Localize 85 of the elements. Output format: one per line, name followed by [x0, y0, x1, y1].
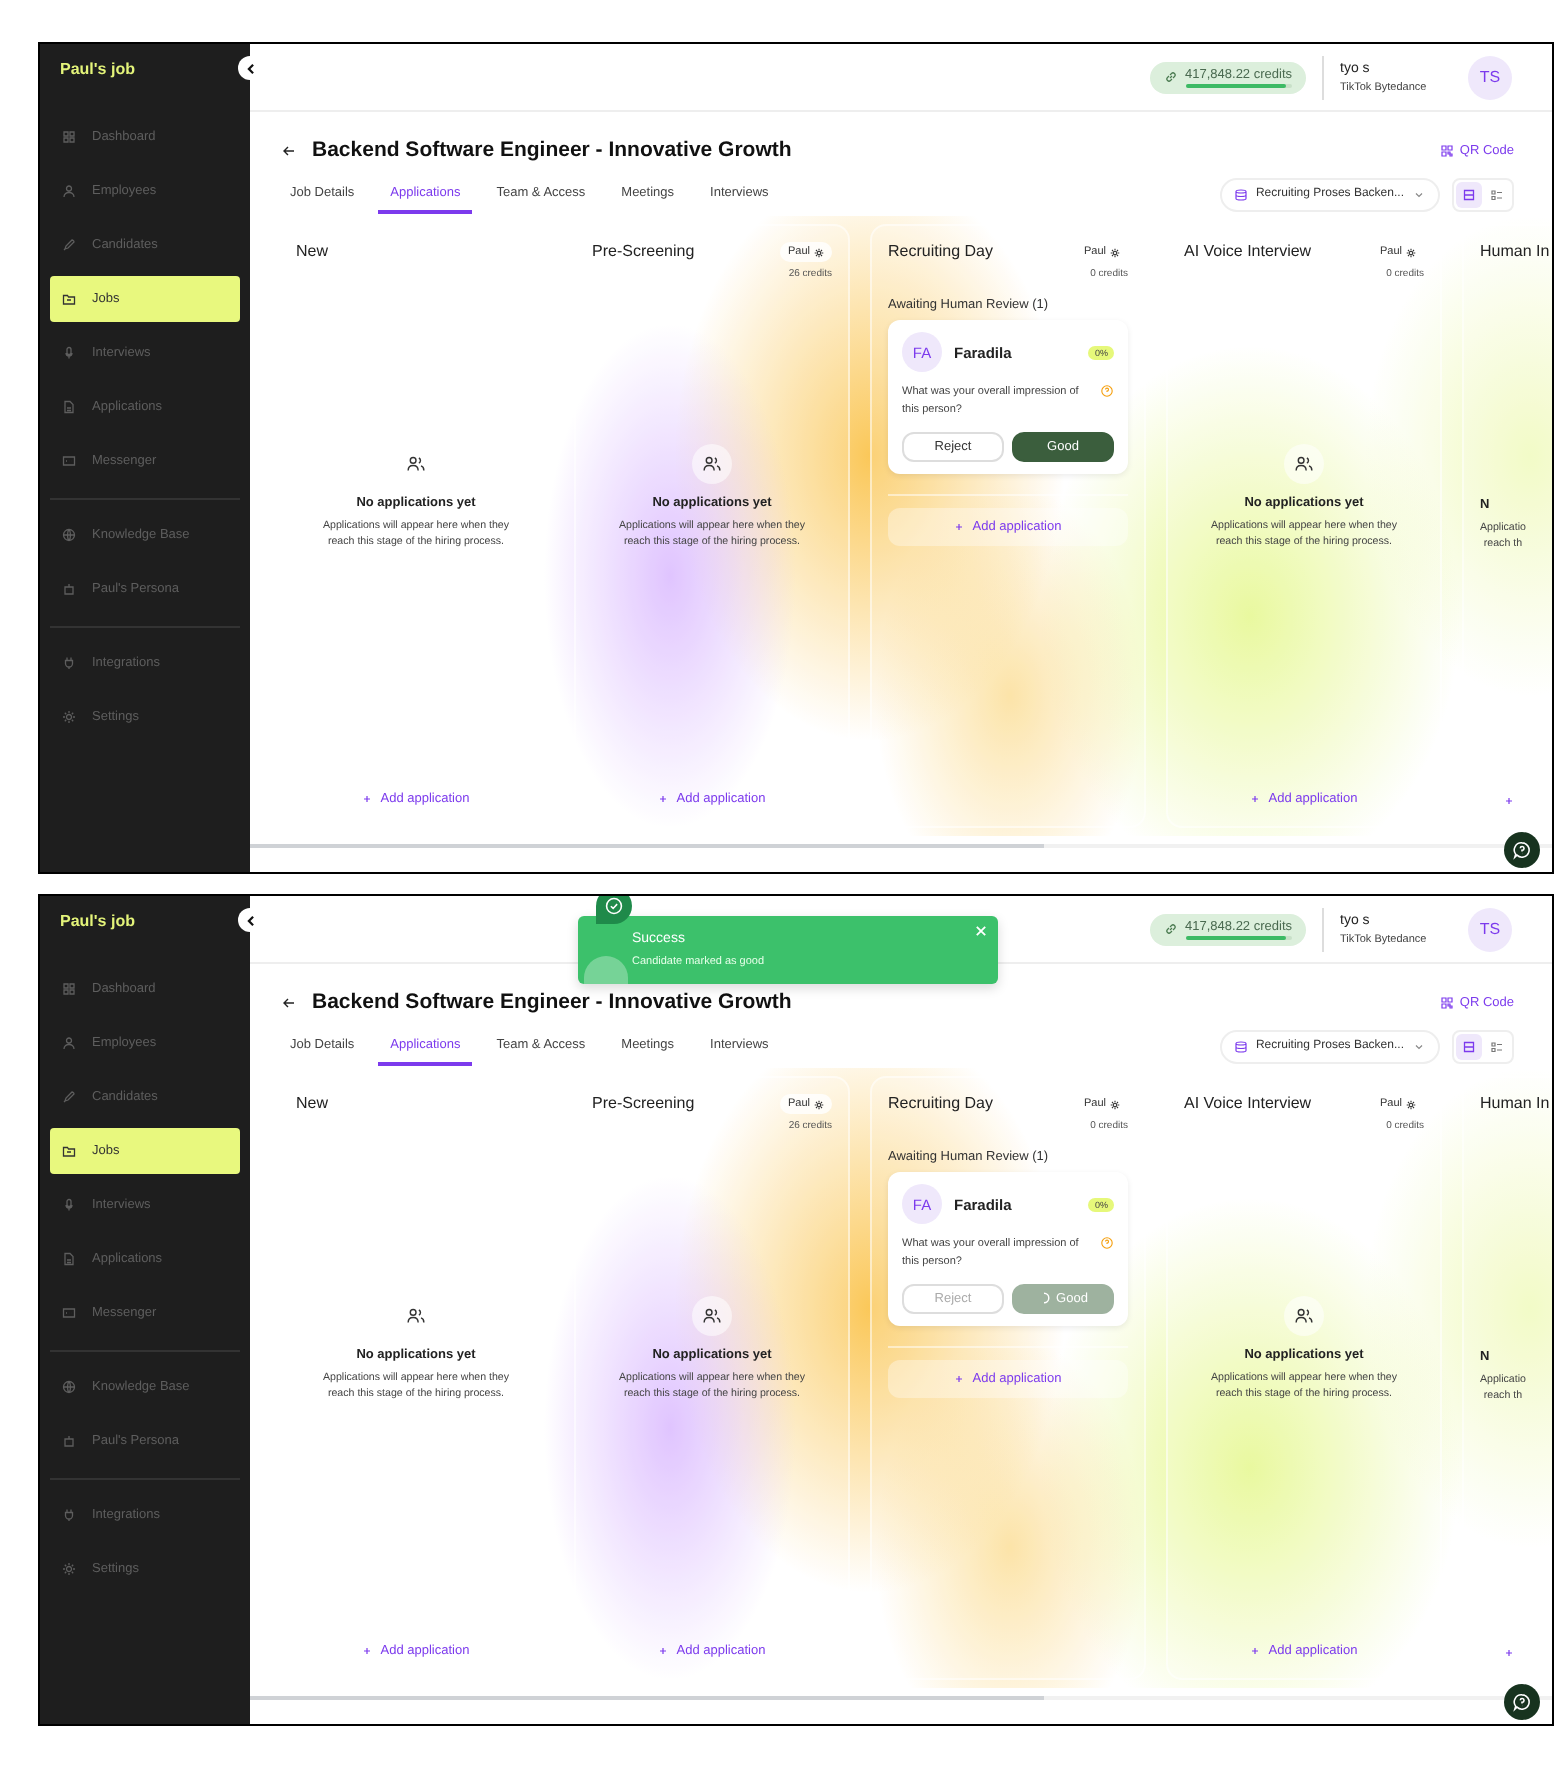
link-icon [1163, 922, 1178, 936]
link-icon [1163, 70, 1178, 84]
plus-icon [954, 521, 965, 532]
plus-icon [362, 1646, 373, 1656]
plug-icon [62, 1508, 76, 1522]
column-title: New [296, 242, 329, 260]
bubble-decoration [584, 956, 628, 984]
board-view-button[interactable] [1456, 181, 1482, 207]
folder-icon [62, 1144, 76, 1158]
plus-icon [658, 1646, 669, 1656]
chat-icon [62, 1306, 76, 1320]
plus-icon [1504, 796, 1514, 806]
scrollbar[interactable] [250, 844, 1552, 848]
grid-icon [62, 130, 76, 144]
brand-logo: Paul's job [58, 912, 137, 934]
plus-icon [1504, 1648, 1514, 1658]
globe-icon [62, 528, 76, 542]
board-view-button[interactable] [1456, 1033, 1482, 1059]
chat-help-icon [1512, 840, 1532, 860]
plus-icon [1250, 1646, 1261, 1656]
column-title: Recruiting Day [888, 1094, 993, 1112]
job-title: Backend Software Engineer - Innovative Growth [312, 138, 792, 162]
chevron-down-icon [1412, 1039, 1426, 1053]
chat-icon [62, 454, 76, 468]
people-icon [1284, 443, 1324, 484]
spinner-icon [1038, 1292, 1051, 1305]
board-icon [1462, 1039, 1476, 1053]
microphone-icon [62, 346, 76, 360]
qr-code-icon [1439, 143, 1454, 157]
robot-icon [62, 1434, 76, 1448]
person-icon [62, 1036, 76, 1050]
help-icon [1100, 384, 1114, 398]
brand-logo: Paul's job [58, 60, 137, 82]
robot-icon [62, 582, 76, 596]
gear-icon [1406, 247, 1416, 257]
help-icon [1100, 1236, 1114, 1250]
globe-icon [62, 1380, 76, 1394]
chevron-left-icon [243, 61, 257, 75]
column-title: Pre-Screening [592, 242, 695, 260]
person-icon [62, 184, 76, 198]
plug-icon [62, 656, 76, 670]
document-icon [62, 1252, 76, 1266]
help-chat-button[interactable] [1504, 832, 1540, 868]
chat-help-icon [1512, 1692, 1532, 1712]
scrollbar[interactable] [250, 1696, 1552, 1700]
gear-icon [1406, 1099, 1416, 1109]
microphone-icon [62, 1198, 76, 1212]
folder-icon [62, 292, 76, 306]
column-title: Human In [1480, 1094, 1550, 1112]
column-title: New [296, 1094, 329, 1112]
board-icon [1462, 187, 1476, 201]
document-icon [62, 400, 76, 414]
list-icon [1490, 187, 1504, 201]
column-title: AI Voice Interview [1184, 242, 1312, 260]
chevron-down-icon [1412, 187, 1426, 201]
chevron-left-icon [243, 913, 257, 927]
database-icon [1233, 1039, 1248, 1053]
people-icon [692, 1295, 732, 1336]
plus-icon [658, 794, 669, 804]
gear-icon [1110, 247, 1120, 257]
gear-icon [1110, 1099, 1120, 1109]
settings-icon [62, 1562, 76, 1576]
plus-icon [362, 794, 373, 804]
plus-icon [1250, 794, 1261, 804]
qr-code-icon [1439, 995, 1454, 1009]
close-icon [974, 924, 988, 938]
database-icon [1233, 187, 1248, 201]
plus-icon [954, 1373, 965, 1384]
grid-icon [62, 982, 76, 996]
job-title: Backend Software Engineer - Innovative Growth [312, 990, 792, 1014]
help-chat-button[interactable] [1504, 1684, 1540, 1720]
settings-icon [62, 710, 76, 724]
column-title: AI Voice Interview [1184, 1094, 1312, 1112]
user-avatar[interactable]: TS [1468, 907, 1512, 951]
back-arrow-icon[interactable] [282, 143, 296, 157]
column-title: Pre-Screening [592, 1094, 695, 1112]
column-title: Recruiting Day [888, 242, 993, 260]
column-title: Human In [1480, 242, 1550, 260]
people-icon [1284, 1295, 1324, 1336]
back-arrow-icon[interactable] [282, 995, 296, 1009]
user-avatar[interactable]: TS [1468, 55, 1512, 99]
gear-icon [814, 1099, 824, 1109]
people-icon [692, 443, 732, 484]
list-icon [1490, 1039, 1504, 1053]
gear-icon [814, 247, 824, 257]
